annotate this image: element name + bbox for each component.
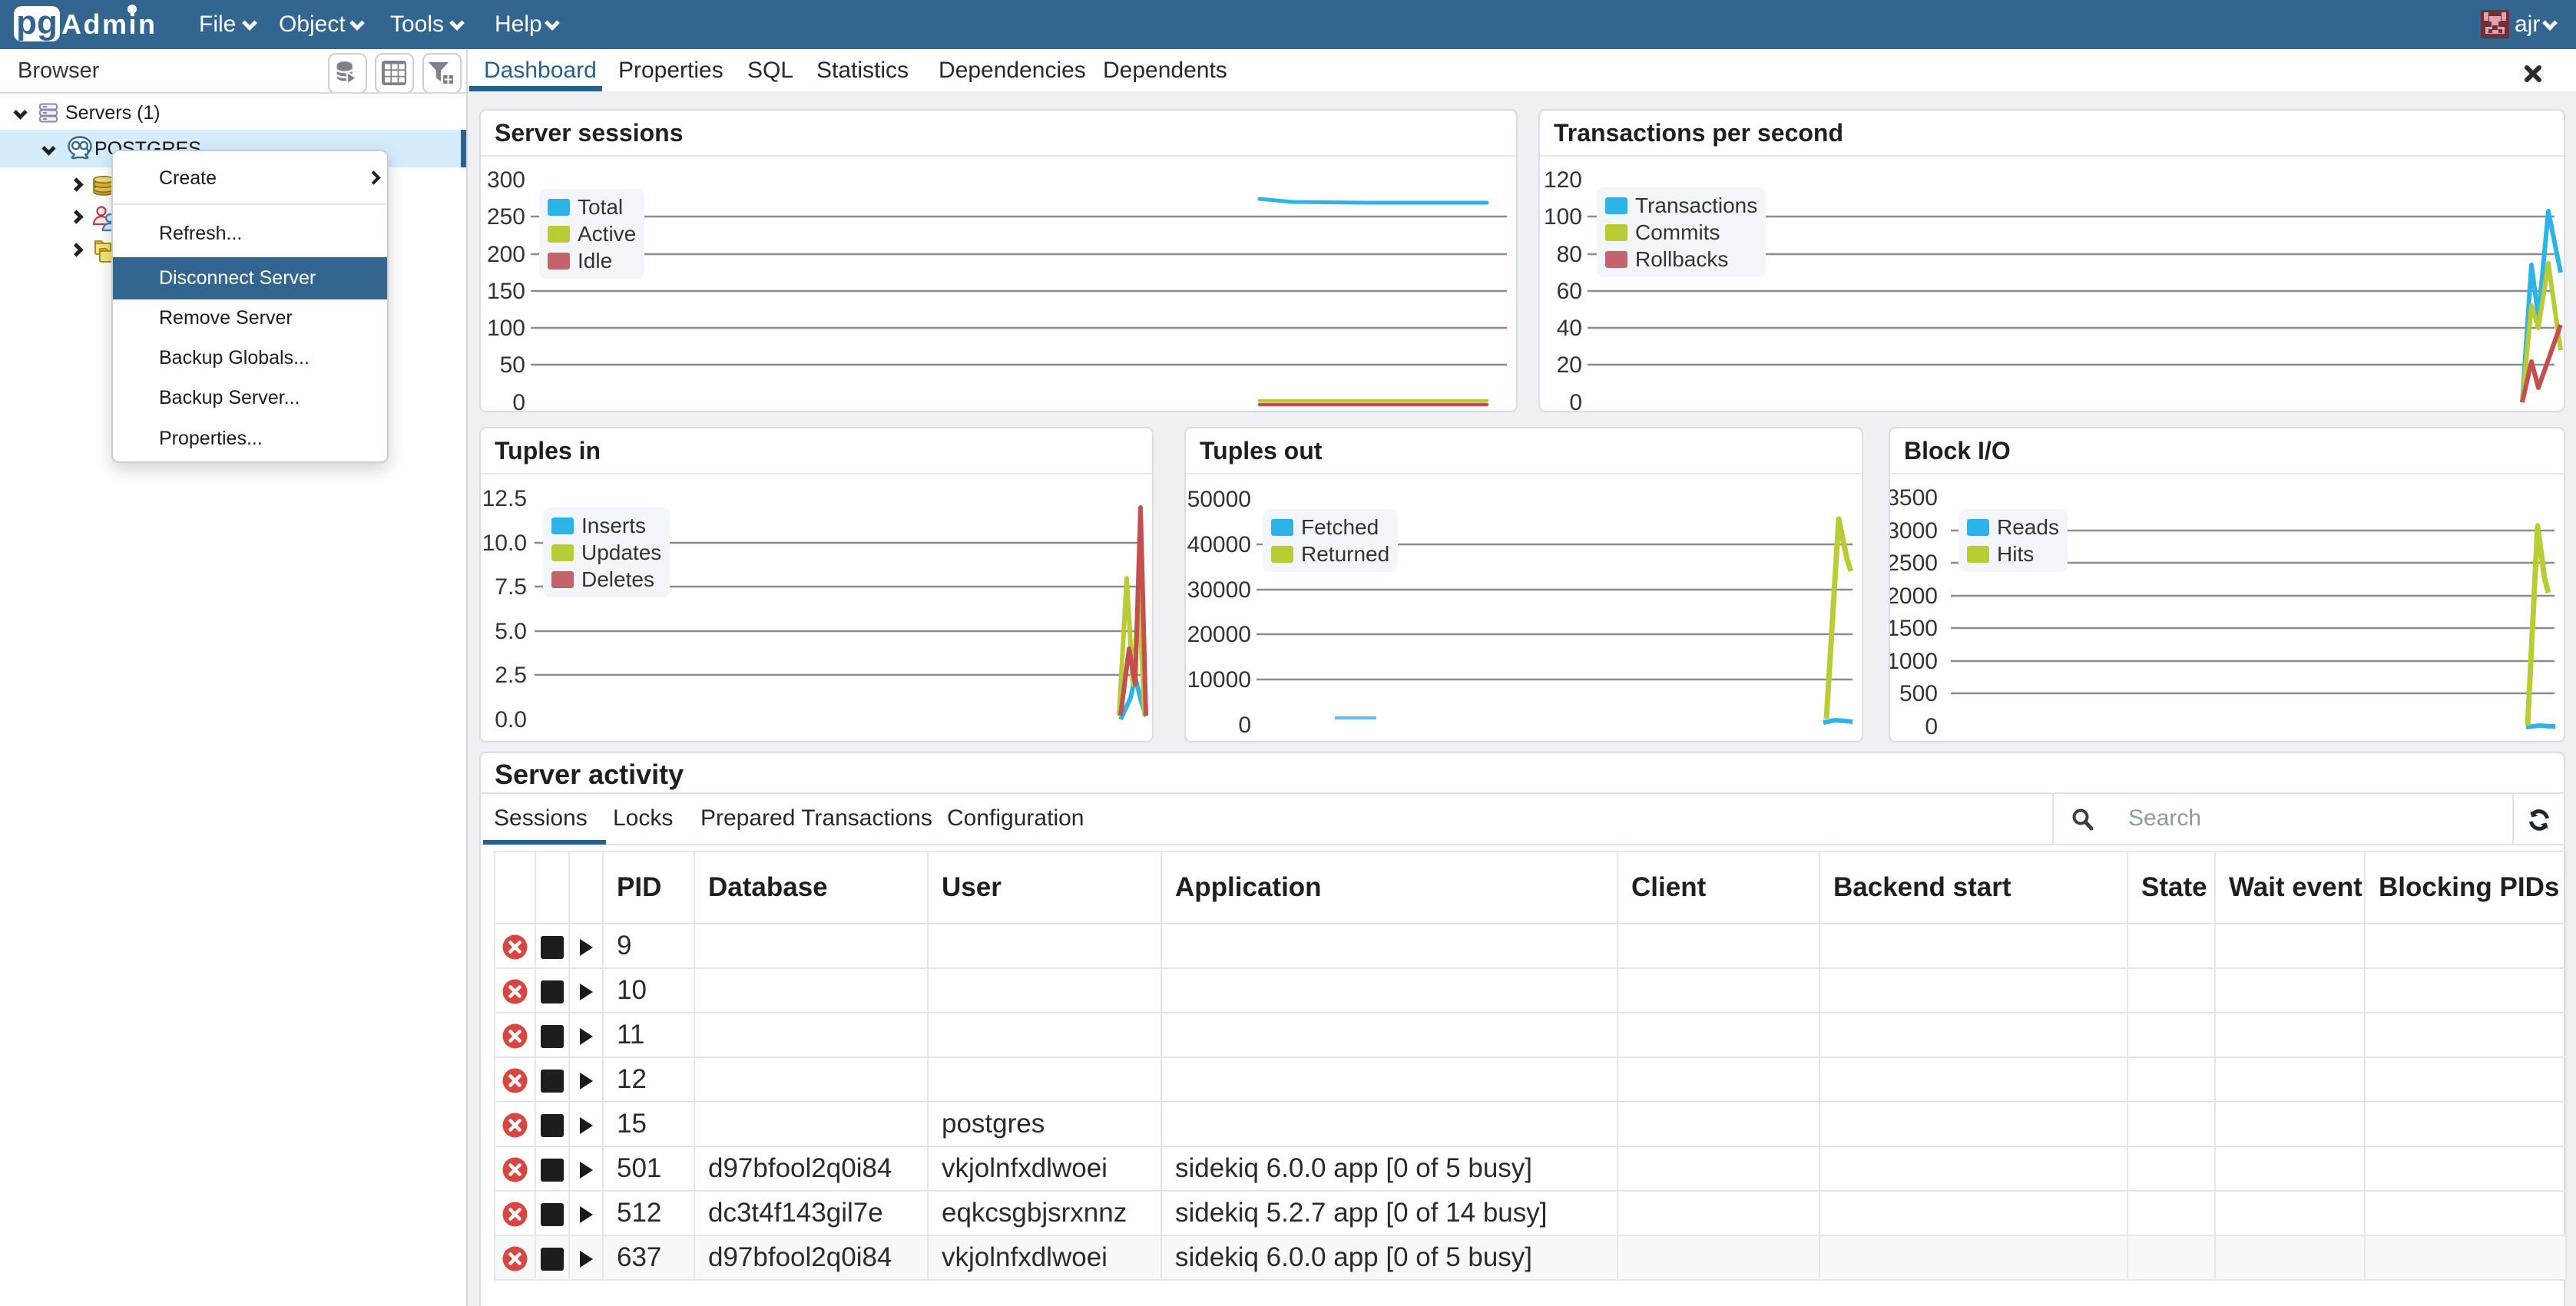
svg-text:2000: 2000 <box>1890 584 1938 609</box>
svg-text:40: 40 <box>1557 316 1582 341</box>
svg-text:60: 60 <box>1557 279 1582 304</box>
svg-text:10000: 10000 <box>1187 667 1251 693</box>
svg-text:0.0: 0.0 <box>495 707 527 732</box>
svg-text:1000: 1000 <box>1890 649 1938 674</box>
svg-text:10.0: 10.0 <box>482 531 527 556</box>
svg-text:150: 150 <box>487 279 525 304</box>
svg-text:20: 20 <box>1557 352 1582 378</box>
svg-text:12.5: 12.5 <box>482 486 527 511</box>
svg-text:500: 500 <box>1899 681 1938 706</box>
svg-text:2.5: 2.5 <box>495 663 527 688</box>
svg-text:3500: 3500 <box>1890 485 1938 511</box>
svg-text:0: 0 <box>1569 390 1582 411</box>
svg-text:250: 250 <box>487 204 525 230</box>
svg-text:40000: 40000 <box>1187 532 1251 557</box>
svg-text:30000: 30000 <box>1187 577 1251 603</box>
svg-text:200: 200 <box>487 242 525 267</box>
svg-text:20000: 20000 <box>1187 622 1251 647</box>
svg-text:1500: 1500 <box>1890 616 1938 641</box>
svg-text:300: 300 <box>487 167 525 193</box>
svg-text:80: 80 <box>1557 242 1582 267</box>
svg-text:100: 100 <box>1544 204 1582 230</box>
svg-text:5.0: 5.0 <box>495 619 527 644</box>
svg-text:50: 50 <box>500 352 525 378</box>
svg-text:0: 0 <box>512 390 525 411</box>
svg-text:50000: 50000 <box>1187 487 1251 512</box>
svg-text:0: 0 <box>1925 714 1938 739</box>
svg-text:0: 0 <box>1238 713 1251 738</box>
svg-text:100: 100 <box>487 316 525 341</box>
svg-text:3000: 3000 <box>1890 518 1938 544</box>
svg-text:2500: 2500 <box>1890 551 1938 576</box>
svg-text:120: 120 <box>1544 167 1582 193</box>
svg-text:7.5: 7.5 <box>495 574 527 600</box>
